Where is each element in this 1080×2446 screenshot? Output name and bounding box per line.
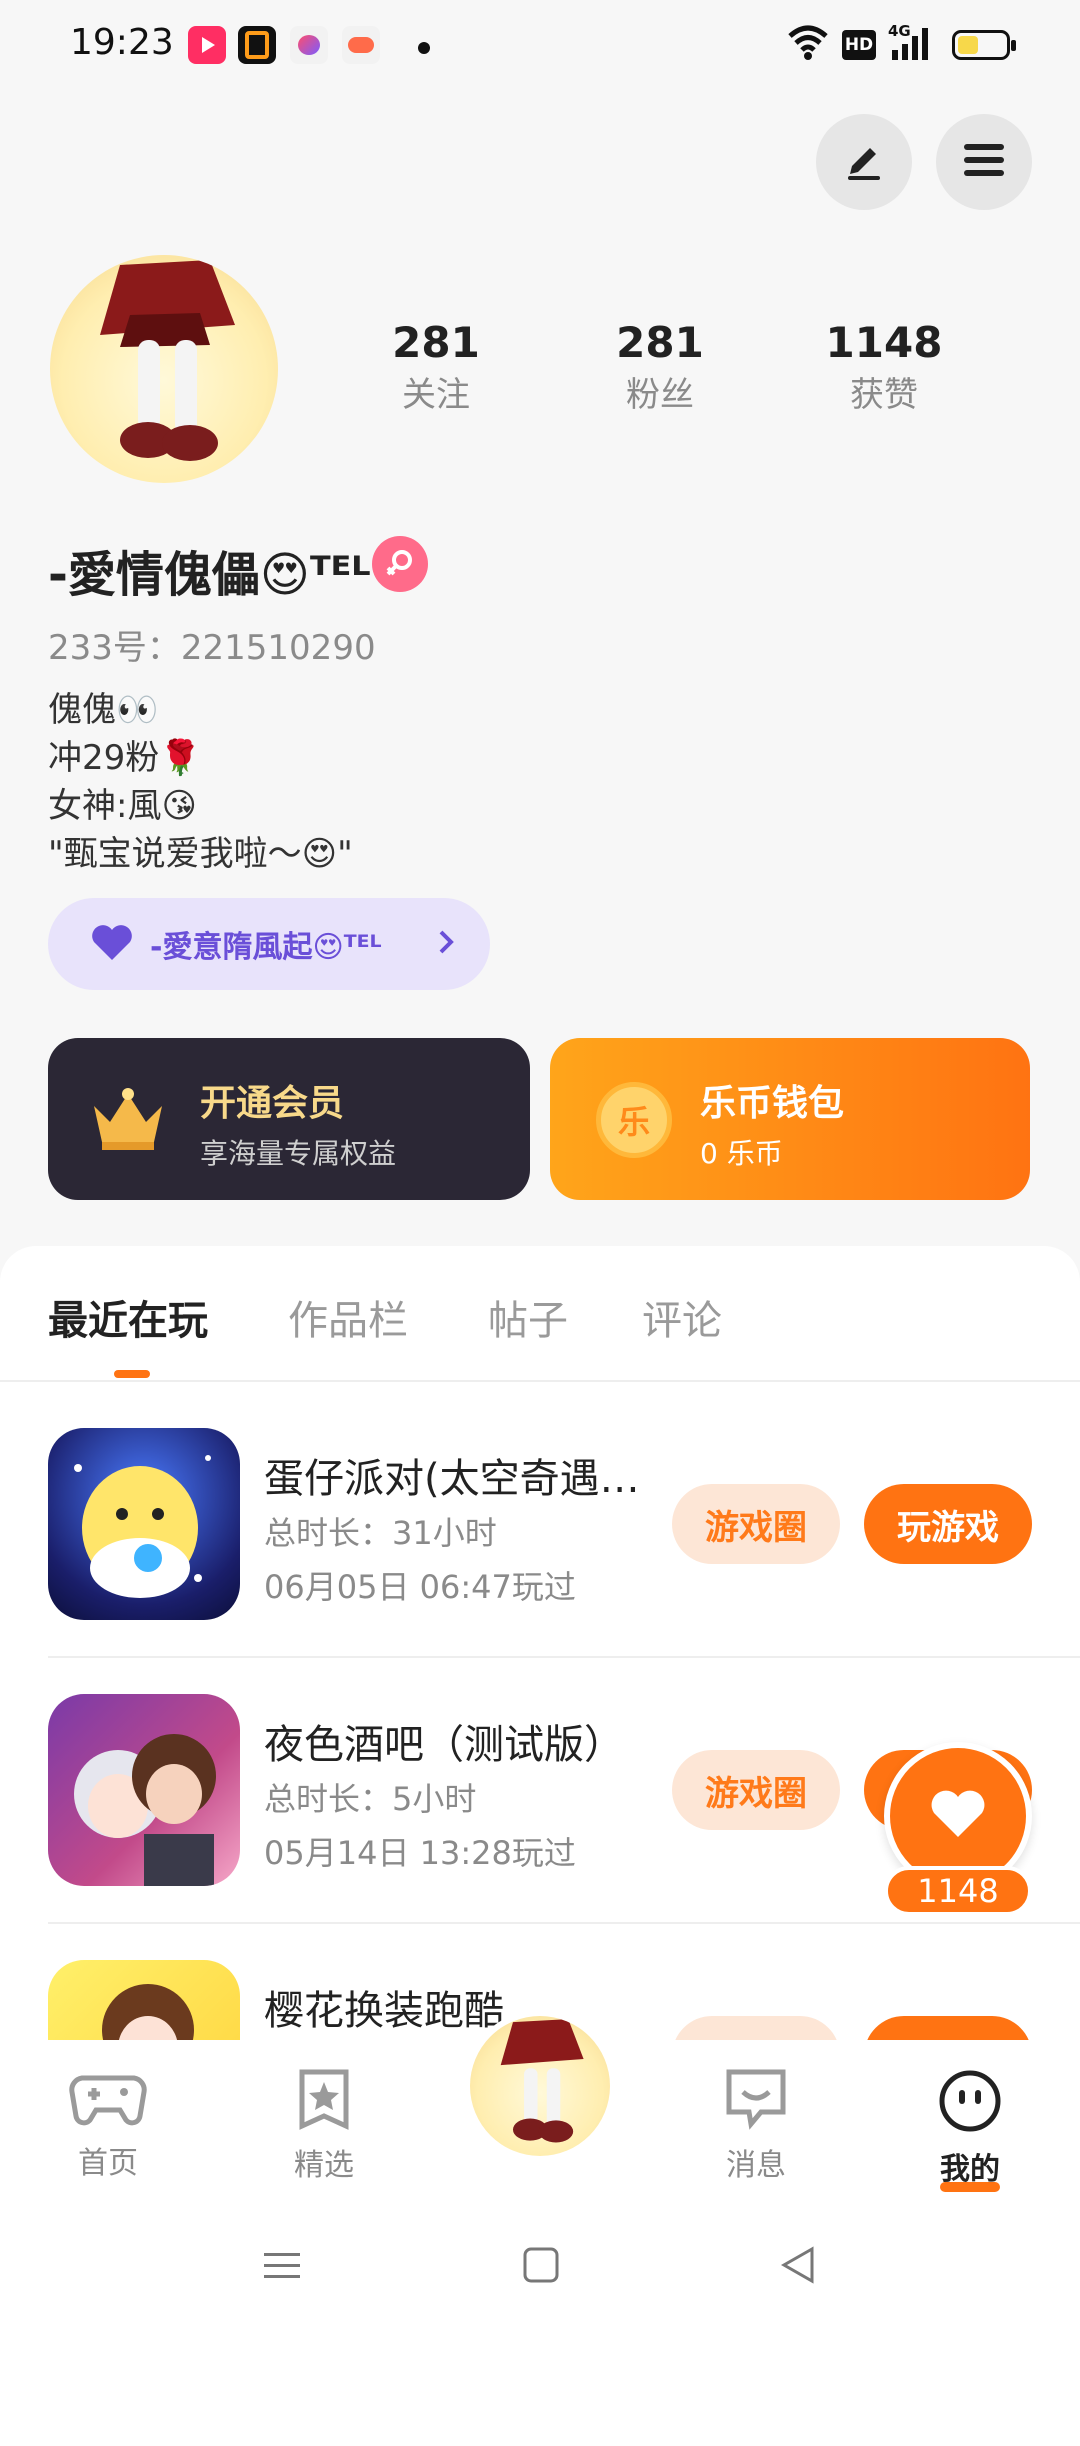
tab-recent-played[interactable]: 最近在玩	[48, 1288, 208, 1346]
game-duration: 总时长：5小时	[264, 1780, 477, 1818]
avatar-figure-icon	[100, 260, 235, 461]
nav-mine[interactable]: 我的	[910, 2068, 1030, 2192]
hd-badge: HD	[842, 30, 876, 60]
bio-line: 傀傀👀	[48, 690, 159, 730]
status-bar: 19:23 HD 4G	[0, 0, 1080, 96]
stat-followers[interactable]: 281 粉丝	[590, 318, 730, 416]
tab-posts[interactable]: 帖子	[488, 1288, 568, 1346]
game-title: 樱花换装跑酷	[264, 1988, 504, 2034]
smiley-face-icon	[937, 2070, 1003, 2138]
notification-dot	[418, 42, 430, 54]
stat-value: 1148	[825, 318, 943, 367]
wallet-title: 乐币钱包	[700, 1083, 845, 1124]
game-circle-button[interactable]: 游戏圈	[672, 1750, 840, 1830]
controller-app-icon	[342, 26, 380, 64]
bio-line: 女神:風😘	[48, 786, 197, 826]
nav-home[interactable]: 首页	[48, 2068, 168, 2182]
game-last-played: 06月05日 06:47玩过	[264, 1568, 576, 1606]
system-back-button[interactable]	[778, 2245, 818, 2289]
bottom-nav: 首页 精选 消息 我的	[0, 2010, 1080, 2340]
game-circle-button[interactable]: 游戏圈	[672, 2016, 840, 2040]
game-row[interactable]: 蛋仔派对(太空奇遇… 总时长：31小时 06月05日 06:47玩过 游戏圈 玩…	[0, 1390, 1080, 1656]
game-app-icon	[238, 26, 276, 64]
crown-icon	[88, 1086, 168, 1156]
battery-icon	[952, 30, 1016, 60]
game-last-played: 05月14日 13:28玩过	[264, 1834, 576, 1872]
edit-profile-button[interactable]	[816, 114, 912, 210]
play-game-button[interactable]: 玩游戏	[864, 2016, 1032, 2040]
game-icon-night-bar	[48, 1694, 240, 1886]
tab-divider	[0, 1380, 1080, 1382]
square-icon	[521, 2247, 561, 2289]
active-tab-indicator	[114, 1370, 150, 1378]
nav-messages[interactable]: 消息	[696, 2068, 816, 2184]
stat-likes[interactable]: 1148 获赞	[804, 318, 964, 416]
bio-line: 冲29粉🌹	[48, 738, 202, 778]
system-home-button[interactable]	[521, 2245, 561, 2289]
user-id: 233号：221510290	[48, 628, 376, 668]
game-icon-eggy	[48, 1428, 240, 1620]
bio-line: "甄宝说爱我啦～😍"	[48, 834, 353, 874]
stat-value: 281	[392, 318, 480, 367]
vip-card[interactable]: 开通会员 享海量专属权益	[48, 1038, 530, 1200]
party-app-icon	[290, 26, 328, 64]
user-name: -愛情傀儡😍ᵀᴱᴸ	[48, 547, 371, 603]
menu-button[interactable]	[936, 114, 1032, 210]
tab-works[interactable]: 作品栏	[288, 1288, 408, 1346]
pencil-icon	[840, 136, 888, 188]
coin-icon: 乐	[596, 1082, 672, 1158]
chat-bubble-icon	[721, 2069, 791, 2134]
heart-icon	[88, 922, 136, 966]
like-count: 1148	[884, 1866, 1032, 1916]
stat-label: 关注	[402, 375, 470, 415]
play-game-button[interactable]: 玩游戏	[864, 1484, 1032, 1564]
wallet-subtitle: 0 乐币	[700, 1137, 783, 1170]
female-gender-icon	[372, 536, 428, 592]
wifi-icon	[786, 22, 830, 66]
nav-featured[interactable]: 精选	[264, 2068, 384, 2184]
gamepad-icon	[68, 2075, 148, 2132]
stat-value: 281	[616, 318, 704, 367]
video-app-icon	[188, 26, 226, 64]
game-circle-button[interactable]: 游戏圈	[672, 1484, 840, 1564]
center-avatar-image	[470, 2016, 610, 2156]
stat-label: 获赞	[850, 375, 918, 415]
nav-label: 首页	[78, 2146, 138, 2181]
nav-label: 我的	[940, 2152, 1000, 2187]
status-time: 19:23	[70, 22, 174, 63]
vip-subtitle: 享海量专属权益	[200, 1137, 397, 1170]
tab-comments[interactable]: 评论	[642, 1288, 722, 1346]
system-menu-button[interactable]	[262, 2245, 302, 2289]
nav-center-avatar[interactable]	[464, 2010, 616, 2162]
nav-label: 精选	[294, 2148, 354, 2183]
club-pill[interactable]: -愛意隋風起😍ᵀᴱᴸ	[48, 898, 490, 990]
game-title: 夜色酒吧（测试版）	[264, 1722, 624, 1768]
star-badge-icon	[294, 2069, 354, 2134]
vip-title: 开通会员	[200, 1083, 345, 1124]
game-duration: 总时长：31小时	[264, 1514, 497, 1552]
back-triangle-icon	[778, 2246, 818, 2289]
club-label: -愛意隋風起😍ᵀᴱᴸ	[150, 930, 382, 965]
chevron-right-icon	[436, 928, 456, 960]
menu-lines-icon	[262, 2253, 302, 2289]
heart-like-icon	[928, 1787, 988, 1845]
avatar[interactable]	[50, 255, 278, 483]
stat-following[interactable]: 281 关注	[366, 318, 506, 416]
nav-label: 消息	[726, 2148, 786, 2183]
wallet-card[interactable]: 乐 乐币钱包 0 乐币	[550, 1038, 1030, 1200]
stat-label: 粉丝	[626, 375, 694, 415]
game-title: 蛋仔派对(太空奇遇…	[264, 1456, 640, 1502]
game-icon-sakura	[48, 1960, 240, 2040]
hamburger-icon	[960, 136, 1008, 188]
